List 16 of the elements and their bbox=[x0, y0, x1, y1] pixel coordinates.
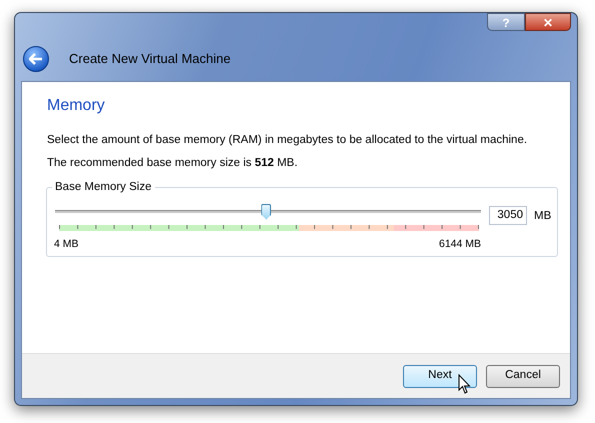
description-text: Select the amount of base memory (RAM) in megabytes to be allocated to the virtual machine. bbox=[47, 133, 528, 148]
back-arrow-icon bbox=[29, 53, 43, 65]
recommendation-text: The recommended base memory size is 512 MB. bbox=[47, 156, 299, 172]
unit-label: MB bbox=[534, 208, 552, 224]
next-button[interactable]: Next bbox=[403, 364, 477, 388]
cancel-button[interactable]: Cancel bbox=[486, 364, 560, 388]
max-label: 6144 MB bbox=[439, 236, 482, 252]
memory-slider[interactable] bbox=[55, 204, 481, 220]
min-label: 4 MB bbox=[54, 236, 79, 252]
page-heading: Memory bbox=[47, 96, 106, 116]
back-button[interactable] bbox=[23, 46, 49, 72]
mouse-cursor-icon bbox=[458, 374, 471, 395]
slider-thumb[interactable] bbox=[261, 204, 272, 220]
memory-input-field[interactable]: 3050 bbox=[489, 206, 527, 224]
group-title: Base Memory Size bbox=[52, 180, 155, 194]
window-title: Create New Virtual Machine bbox=[69, 50, 231, 68]
